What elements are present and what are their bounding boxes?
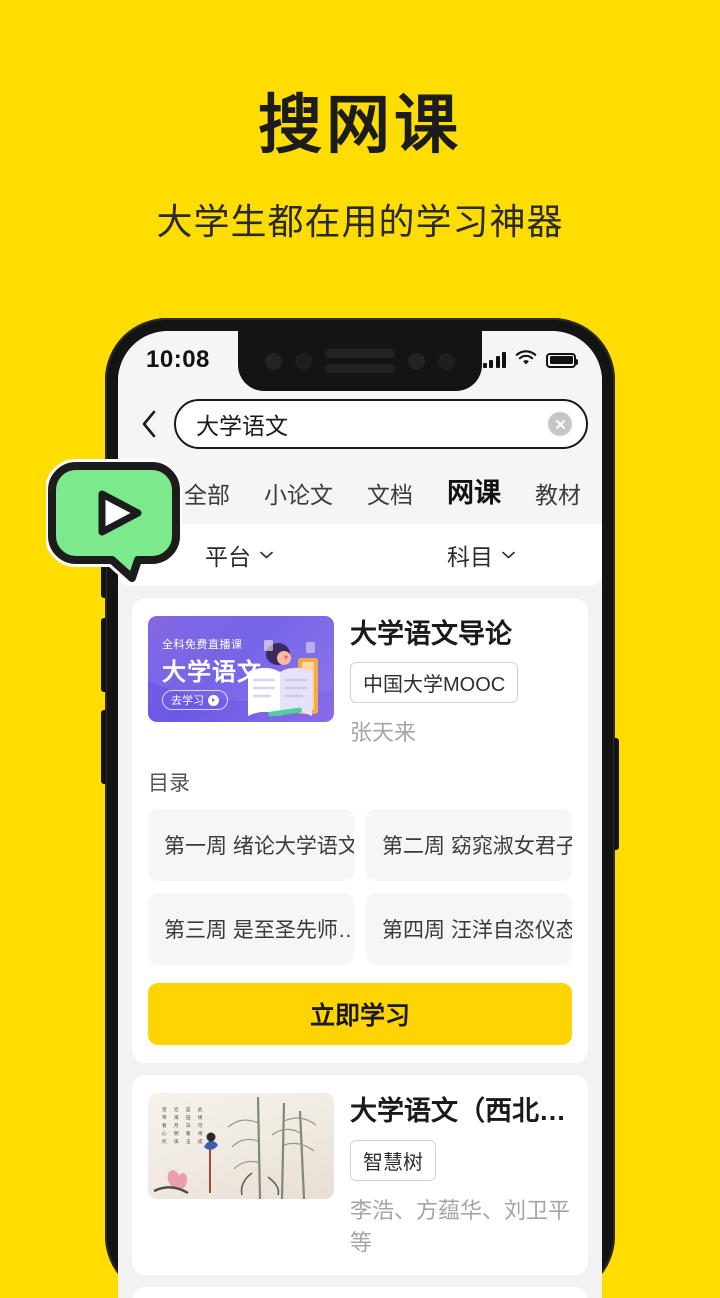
svg-text:望: 望 <box>162 1106 167 1112</box>
course-author: 李浩、方蕴华、刘卫平等 <box>350 1197 571 1255</box>
search-input[interactable]: 大学语文 <box>174 399 588 449</box>
chapter-item[interactable]: 第二周 窈窕淑女君子… <box>366 809 572 882</box>
tab-all[interactable]: 全部 <box>184 476 230 510</box>
svg-text:明: 明 <box>174 1131 179 1137</box>
phone-volume-down-button <box>101 710 106 784</box>
phone-volume-up-button <box>101 618 106 692</box>
svg-text:帝: 帝 <box>162 1114 167 1121</box>
ambient-sensor-icon <box>408 352 425 370</box>
svg-text:情: 情 <box>198 1114 203 1121</box>
svg-text:蓝: 蓝 <box>186 1106 191 1112</box>
course-thumbnail: 全科免费直播课 大学语文 去学习 <box>148 616 334 722</box>
thumbnail-study-label: 去学习 <box>171 695 204 707</box>
chevron-left-icon <box>142 410 156 438</box>
page-title: 搜网课 <box>258 89 462 161</box>
svg-text:海: 海 <box>174 1114 179 1121</box>
course-meta: 大学语文（西北大学） 智慧树 李浩、方蕴华、刘卫平等 <box>350 1093 572 1256</box>
tab-essays[interactable]: 小论文 <box>264 476 333 510</box>
svg-text:田: 田 <box>186 1115 191 1121</box>
svg-text:心: 心 <box>162 1130 167 1136</box>
search-results-list: 全科免费直播课 大学语文 去学习 大学语文导论 中国大学MOOC 张天来 目录 … <box>118 586 602 1298</box>
filter-platform-label: 平台 <box>205 544 251 570</box>
play-bubble-icon <box>45 459 183 585</box>
category-tabs: 全部 小论文 文档 网课 教材 <box>118 465 602 524</box>
course-author: 张天来 <box>350 720 417 746</box>
clear-search-icon[interactable] <box>548 412 572 436</box>
filter-subject[interactable]: 科目 <box>360 538 602 572</box>
svg-text:待: 待 <box>198 1130 203 1137</box>
svg-text:春: 春 <box>162 1122 167 1129</box>
thumbnail-study-button: 去学习 <box>162 690 228 710</box>
chapter-item[interactable]: 第一周 绪论大学语文 <box>148 809 354 882</box>
chapter-item[interactable]: 第三周 是至圣先师… <box>148 893 354 966</box>
phone-notch <box>238 331 482 391</box>
tab-online-courses[interactable]: 网课 <box>447 471 513 517</box>
course-card-header: 望帝春心托 沧海月明珠 蓝田日暖玉 此情可待成 大学语文（西北大学） 智慧树 李… <box>148 1093 572 1256</box>
filter-bar: 平台 科目 <box>118 524 602 586</box>
course-title: 大学语文导论 <box>350 619 512 649</box>
course-meta: 大学语文导论 中国大学MOOC 张天来 <box>350 616 572 747</box>
books-illustration-icon <box>248 640 318 717</box>
search-bar: 大学语文 <box>118 389 602 465</box>
earpiece-speaker <box>325 349 395 373</box>
tab-online-courses-label: 网课 <box>447 478 501 508</box>
course-card[interactable]: C 智慧树 Introduction to English Literature… <box>132 1286 588 1298</box>
svg-text:暖: 暖 <box>186 1130 191 1137</box>
promo-header: 搜网课 大学生都在用的学习神器 <box>0 0 720 245</box>
filter-subject-label: 科目 <box>447 544 493 570</box>
phone-power-button <box>614 738 619 850</box>
course-card-header: 全科免费直播课 大学语文 去学习 大学语文导论 中国大学MOOC 张天来 <box>148 616 572 747</box>
svg-text:此: 此 <box>198 1106 203 1113</box>
thumbnail-subtitle: 全科免费直播课 <box>162 639 243 651</box>
svg-text:成: 成 <box>198 1138 203 1145</box>
battery-full-icon <box>546 352 578 368</box>
phone-screen: 10:08 大学语文 全部 小论文 文档 网课 教材 平台 科目 全科免费直播课… <box>118 331 602 1298</box>
chevron-down-icon <box>260 551 273 559</box>
course-card[interactable]: 全科免费直播课 大学语文 去学习 大学语文导论 中国大学MOOC 张天来 目录 … <box>132 598 588 1064</box>
platform-badge: 中国大学MOOC <box>350 662 519 704</box>
tab-documents[interactable]: 文档 <box>367 476 413 510</box>
course-card[interactable]: 望帝春心托 沧海月明珠 蓝田日暖玉 此情可待成 大学语文（西北大学） 智慧树 李… <box>132 1075 588 1275</box>
svg-text:玉: 玉 <box>186 1139 191 1144</box>
proximity-sensor-icon <box>295 352 312 370</box>
search-input-value: 大学语文 <box>196 413 288 439</box>
platform-badge: 智慧树 <box>350 1139 436 1181</box>
chapter-list: 第一周 绪论大学语文 第二周 窈窕淑女君子… 第三周 是至圣先师… 第四周 汪洋… <box>148 809 572 966</box>
back-button[interactable] <box>134 405 164 443</box>
svg-text:托: 托 <box>162 1138 167 1144</box>
svg-text:可: 可 <box>198 1123 203 1128</box>
bamboo-painting-icon: 望帝春心托 沧海月明珠 蓝田日暖玉 此情可待成 <box>153 1097 317 1200</box>
signal-bars-icon <box>482 352 506 368</box>
chevron-down-icon <box>502 551 515 559</box>
status-icons <box>482 349 578 371</box>
front-camera-icon <box>265 352 282 370</box>
play-bubble-badge[interactable] <box>45 458 183 586</box>
page-subtitle: 大学生都在用的学习神器 <box>156 201 564 243</box>
svg-text:月: 月 <box>174 1123 179 1129</box>
svg-text:日: 日 <box>186 1123 191 1129</box>
face-id-sensor-icon <box>438 352 455 370</box>
course-title: 大学语文（西北大学） <box>350 1096 572 1127</box>
status-time: 10:08 <box>146 346 210 373</box>
wifi-icon <box>515 349 537 371</box>
catalog-label: 目录 <box>148 772 190 796</box>
start-learning-button[interactable]: 立即学习 <box>148 983 572 1046</box>
svg-text:沧: 沧 <box>174 1106 179 1113</box>
course-thumbnail: 望帝春心托 沧海月明珠 蓝田日暖玉 此情可待成 <box>148 1093 334 1200</box>
svg-text:珠: 珠 <box>174 1138 179 1145</box>
tab-textbooks[interactable]: 教材 <box>535 476 581 510</box>
chapter-item[interactable]: 第四周 汪洋自恣仪态… <box>366 893 572 966</box>
